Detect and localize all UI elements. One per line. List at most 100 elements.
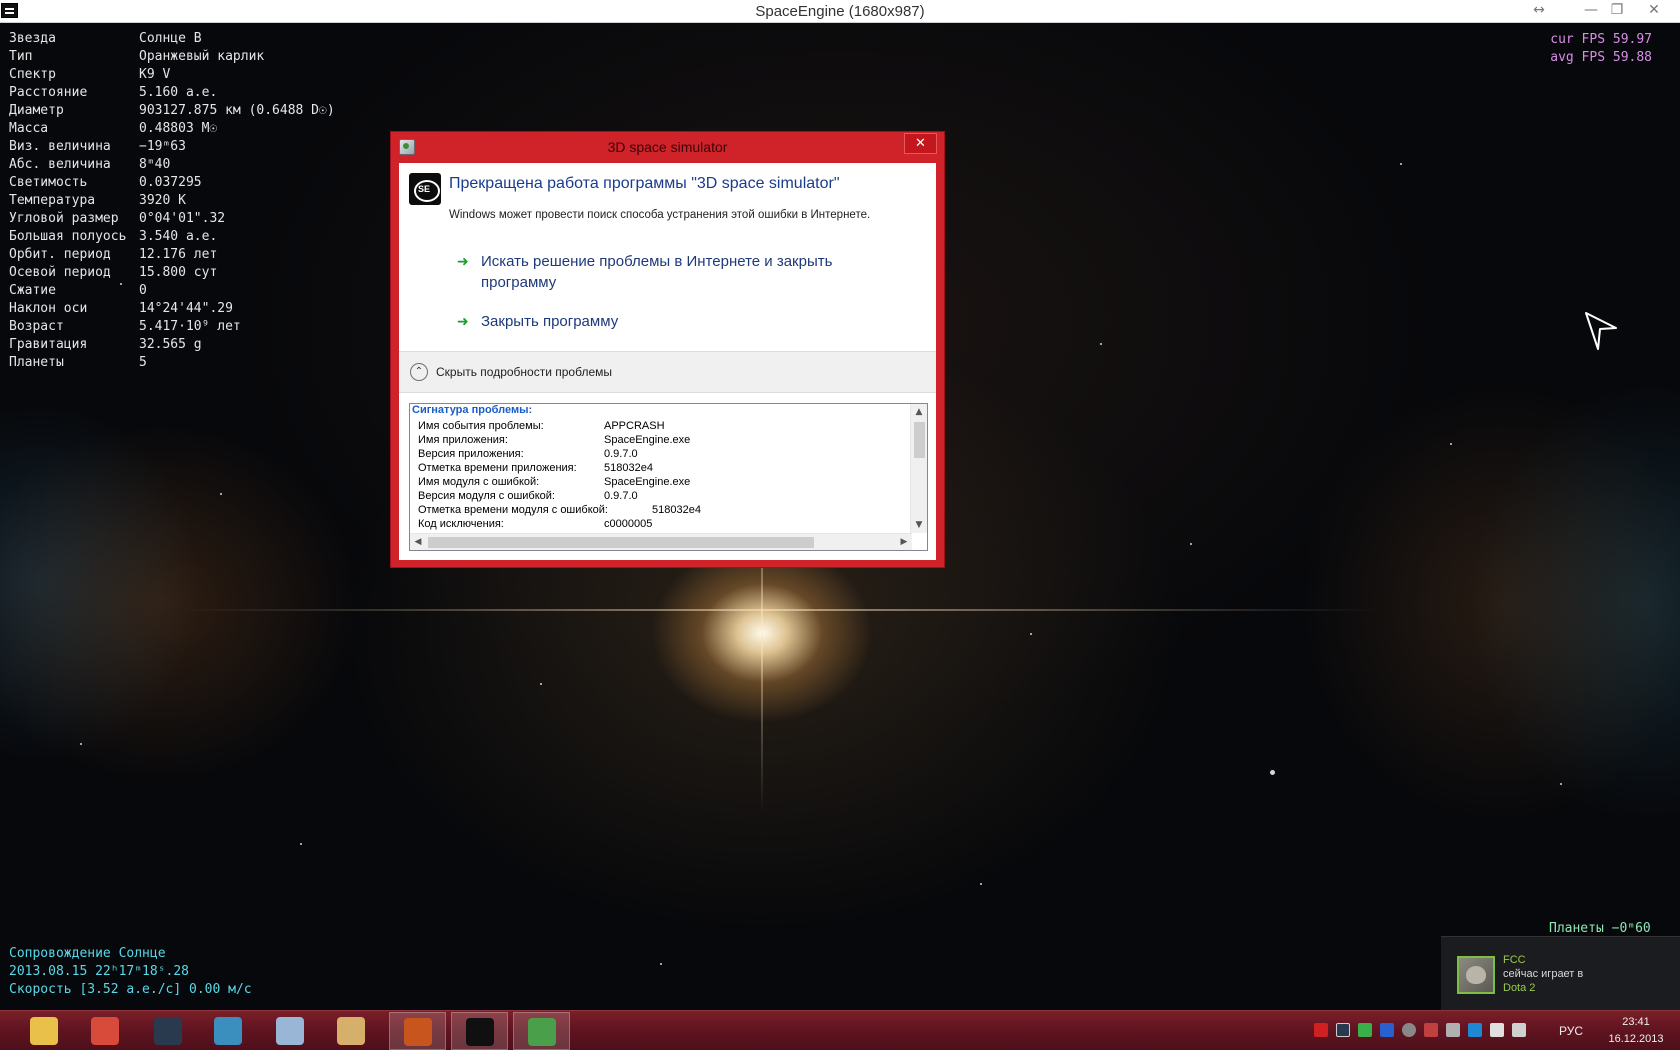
taskbar-app-button[interactable] bbox=[323, 1012, 380, 1050]
resize-icon[interactable]: ↔ bbox=[1525, 0, 1553, 22]
star-info-label: Диаметр bbox=[9, 103, 64, 118]
tray-network-icon[interactable] bbox=[1512, 1023, 1526, 1037]
spaceengine-logo-icon: SE bbox=[409, 173, 441, 205]
star-info-value: 5 bbox=[139, 355, 147, 370]
background-star bbox=[1100, 343, 1102, 345]
taskbar-app-button[interactable] bbox=[262, 1012, 319, 1050]
star-info-value: 0 bbox=[139, 283, 147, 298]
close-window-button[interactable]: ✕ bbox=[1640, 0, 1668, 22]
taskbar: РУС 23:41 16.12.2013 bbox=[0, 1010, 1680, 1050]
close-program-option[interactable]: ➜ Закрыть программу bbox=[457, 311, 897, 333]
fps-counter: cur FPS 59.97 avg FPS 59.88 bbox=[1550, 31, 1652, 67]
navigation-cursor-icon bbox=[1585, 312, 1617, 350]
signature-key: Отметка времени приложения: bbox=[418, 462, 577, 474]
signature-value: 0.9.7.0 bbox=[604, 448, 638, 460]
scroll-up-icon[interactable]: ▲ bbox=[911, 404, 927, 420]
scroll-left-icon[interactable]: ◀ bbox=[410, 534, 426, 550]
hide-details-toggle[interactable]: ⌃ Скрыть подробности проблемы bbox=[399, 351, 936, 393]
star-info-value: 3920 K bbox=[139, 193, 186, 208]
background-star bbox=[660, 963, 662, 965]
steam-notification[interactable]: FCC сейчас играет в Dota 2 bbox=[1441, 936, 1680, 1010]
crash-dialog: 3D space simulator ✕ SE Прекращена работ… bbox=[390, 131, 945, 568]
star-info-value: 0°04'01".32 bbox=[139, 211, 226, 226]
taskbar-app-button[interactable] bbox=[140, 1012, 197, 1050]
spaceengine-icon bbox=[466, 1018, 494, 1046]
star-info-value: 15.800 сут bbox=[139, 265, 218, 280]
background-star bbox=[1450, 443, 1452, 445]
horizontal-scrollbar[interactable]: ◀ ▶ bbox=[410, 533, 912, 550]
maximize-button[interactable]: ❐ bbox=[1603, 0, 1631, 22]
signature-key: Версия модуля с ошибкой: bbox=[418, 490, 555, 502]
star-info-label: Тип bbox=[9, 49, 33, 64]
star-info-label: Возраст bbox=[9, 319, 64, 334]
tray-volume-icon[interactable] bbox=[1490, 1023, 1504, 1037]
clock-date[interactable]: 16.12.2013 bbox=[1601, 1033, 1671, 1045]
background-star bbox=[1190, 543, 1192, 545]
green-arrow-icon: ➜ bbox=[457, 314, 469, 330]
notification-text: сейчас играет в bbox=[1503, 968, 1584, 980]
minimize-button[interactable]: — bbox=[1577, 0, 1605, 22]
star-info-label: Абс. величина bbox=[9, 157, 111, 172]
star-info-value: Оранжевый карлик bbox=[139, 49, 265, 64]
background-star bbox=[1400, 163, 1402, 165]
tray-skype-icon[interactable] bbox=[1468, 1023, 1482, 1037]
tray-steam-icon[interactable] bbox=[1336, 1023, 1350, 1037]
window-titlebar: SpaceEngine (1680x987) ↔ — ❐ ✕ bbox=[0, 0, 1680, 23]
star-info-value: Солнце B bbox=[139, 31, 202, 46]
tray-check-icon[interactable] bbox=[1358, 1023, 1372, 1037]
steam-icon bbox=[154, 1017, 182, 1045]
language-indicator[interactable]: РУС bbox=[1559, 1024, 1583, 1038]
signature-value: APPCRASH bbox=[604, 420, 665, 432]
star-info-label: Спектр bbox=[9, 67, 56, 82]
calculator-icon bbox=[276, 1017, 304, 1045]
taskbar-app-button[interactable] bbox=[389, 1012, 446, 1050]
signature-value: SpaceEngine.exe bbox=[604, 434, 691, 446]
fps-current: cur FPS 59.97 bbox=[1550, 32, 1652, 47]
signature-key: Код исключения: bbox=[418, 518, 504, 530]
star-info-value: 14°24'44".29 bbox=[139, 301, 233, 316]
tray-pen-icon[interactable] bbox=[1424, 1023, 1438, 1037]
star-info-label: Большая полуось bbox=[9, 229, 127, 244]
star-info-value: 3.540 а.е. bbox=[139, 229, 218, 244]
horizontal-scroll-thumb[interactable] bbox=[428, 537, 814, 548]
signature-value: c0000005 bbox=[604, 518, 653, 530]
taskbar-app-button[interactable] bbox=[513, 1012, 570, 1050]
downloader-icon bbox=[214, 1017, 242, 1045]
dialog-close-button[interactable]: ✕ bbox=[904, 133, 937, 154]
scroll-down-icon[interactable]: ▼ bbox=[911, 517, 927, 533]
tray-red-icon[interactable] bbox=[1314, 1023, 1328, 1037]
dialog-heading: Прекращена работа программы "3D space si… bbox=[449, 175, 840, 192]
scroll-right-icon[interactable]: ▶ bbox=[896, 534, 912, 550]
taskbar-app-button[interactable] bbox=[16, 1012, 73, 1050]
paint-icon bbox=[337, 1017, 365, 1045]
clock-time[interactable]: 23:41 bbox=[1601, 1016, 1671, 1028]
dialog-title: 3D space simulator bbox=[607, 139, 728, 155]
vertical-scrollbar[interactable]: ▲ ▼ bbox=[910, 404, 927, 533]
star-info-label: Светимость bbox=[9, 175, 88, 190]
background-star bbox=[1270, 770, 1275, 775]
simulation-datetime: 2013.08.15 22ʰ17ᵐ18ˢ.28 bbox=[9, 964, 190, 979]
star-info-label: Виз. величина bbox=[9, 139, 111, 154]
background-star bbox=[300, 843, 302, 845]
star-info-label: Сжатие bbox=[9, 283, 56, 298]
chevron-up-icon: ⌃ bbox=[410, 363, 428, 381]
search-solution-option[interactable]: ➜ Искать решение проблемы в Интернете и … bbox=[457, 251, 897, 295]
tray-flag-icon[interactable] bbox=[1446, 1023, 1460, 1037]
star-info-label: Угловой размер bbox=[9, 211, 119, 226]
planets-magnitude: Планеты −0ᵐ60 bbox=[1549, 921, 1651, 936]
logo-text: SE bbox=[418, 184, 431, 194]
tray-bluetooth-icon[interactable] bbox=[1380, 1023, 1394, 1037]
background-star bbox=[120, 283, 122, 285]
problem-details-box[interactable]: Сигнатура проблемы: Имя события проблемы… bbox=[409, 403, 928, 551]
tray-g-icon[interactable] bbox=[1402, 1023, 1416, 1037]
taskbar-app-button[interactable] bbox=[77, 1012, 134, 1050]
taskbar-app-button[interactable] bbox=[200, 1012, 257, 1050]
dialog-titlebar[interactable]: 3D space simulator ✕ bbox=[391, 132, 944, 162]
vertical-scroll-thumb[interactable] bbox=[914, 422, 925, 458]
speed-readout: Скорость [3.52 а.е./с] 0.00 м/с bbox=[9, 982, 252, 997]
star-info-value: K9 V bbox=[139, 67, 171, 82]
taskbar-app-button[interactable] bbox=[451, 1012, 508, 1050]
star-info-value: 0.48803 M☉ bbox=[139, 121, 218, 136]
signature-heading: Сигнатура проблемы: bbox=[412, 404, 533, 416]
star-info-label: Звезда bbox=[9, 31, 56, 46]
